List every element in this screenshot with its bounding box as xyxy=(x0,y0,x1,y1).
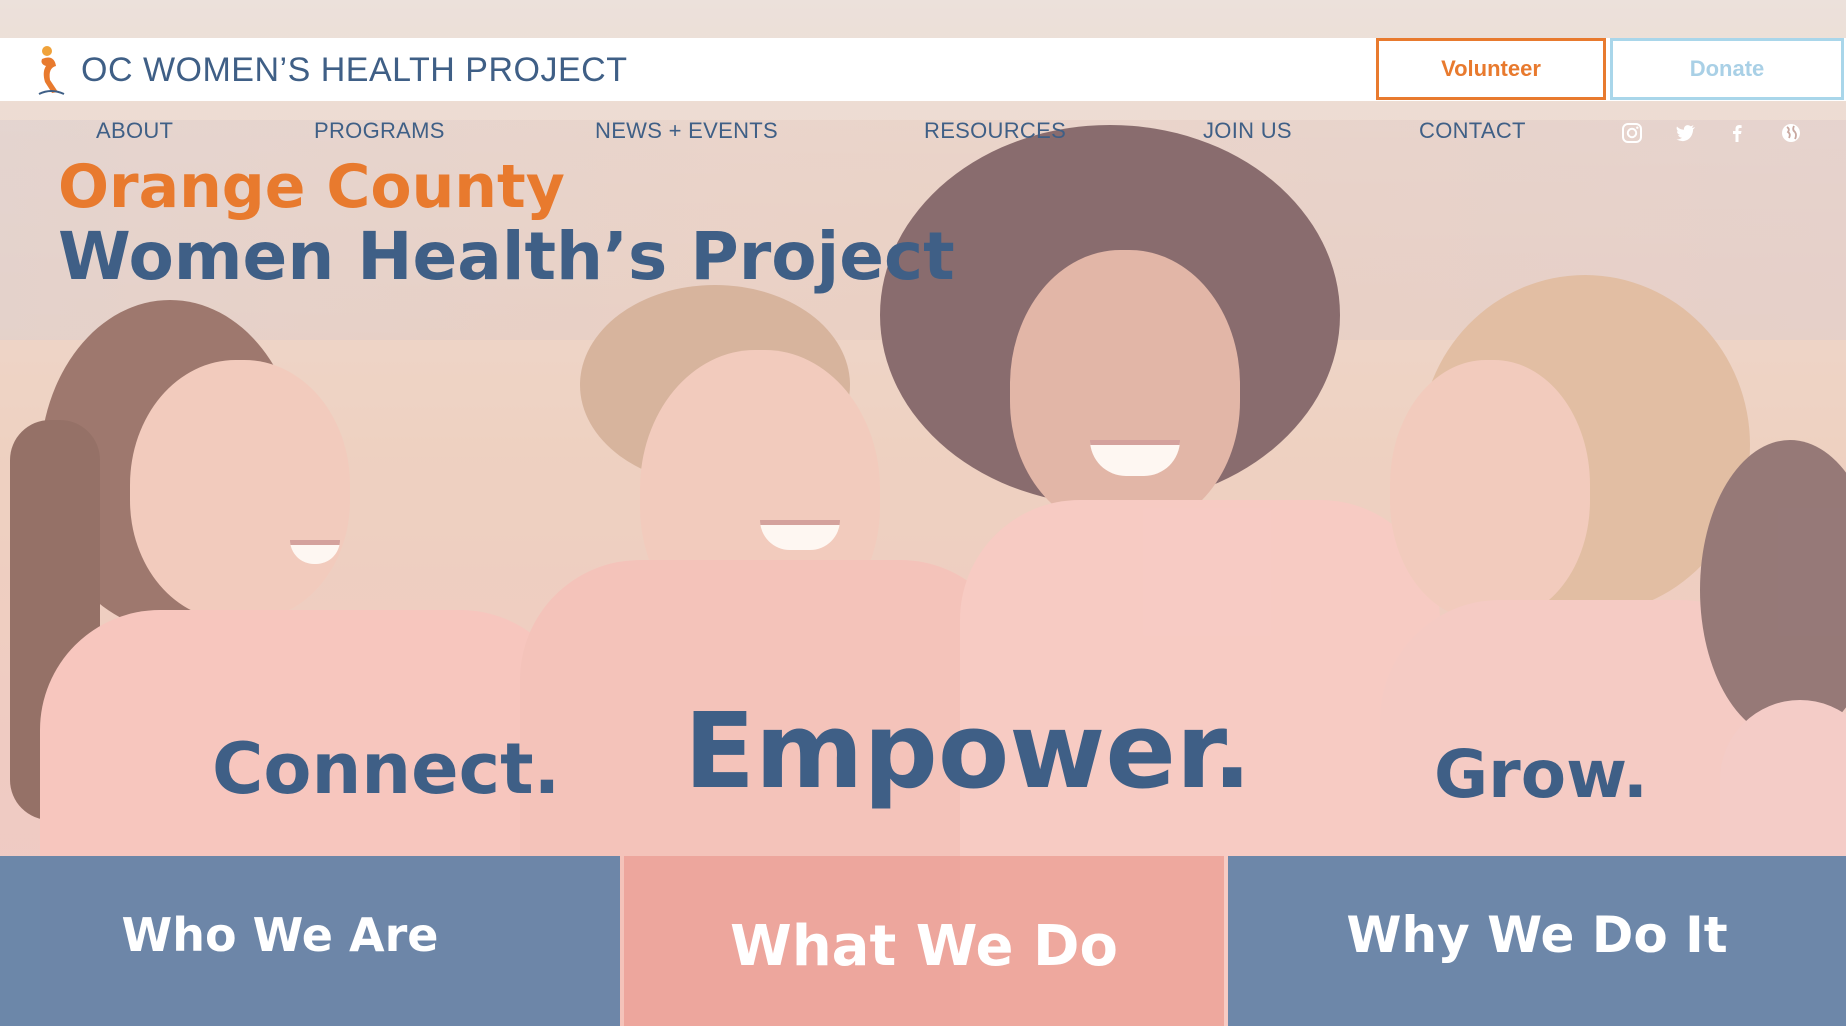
donate-button[interactable]: Donate xyxy=(1610,38,1844,100)
nav-item-news-events[interactable]: NEWS + EVENTS xyxy=(595,118,778,144)
nav-item-programs[interactable]: PROGRAMS xyxy=(314,118,445,144)
logo-icon[interactable] xyxy=(36,44,66,96)
headline-project-name: Women Health’s Project xyxy=(58,218,955,295)
why-we-do-it-panel[interactable]: Why We Do It xyxy=(1228,856,1846,1026)
tagline-connect: Connect. xyxy=(212,728,561,810)
site-title[interactable]: OC WOMEN’S HEALTH PROJECT xyxy=(81,51,627,90)
facebook-icon[interactable] xyxy=(1724,120,1750,146)
volunteer-button[interactable]: Volunteer xyxy=(1376,38,1606,100)
why-we-do-it-label: Why We Do It xyxy=(1346,906,1728,964)
nav-item-about[interactable]: ABOUT xyxy=(96,118,173,144)
tagline-empower: Empower. xyxy=(684,690,1252,812)
headline-orange-county: Orange County xyxy=(58,152,565,222)
what-we-do-panel[interactable]: What We Do xyxy=(624,856,1224,1026)
tagline-grow: Grow. xyxy=(1434,736,1648,813)
who-we-are-panel[interactable]: Who We Are xyxy=(0,856,620,1026)
what-we-do-label: What We Do xyxy=(730,914,1118,979)
nav-item-resources[interactable]: RESOURCES xyxy=(924,118,1066,144)
twitter-icon[interactable] xyxy=(1673,120,1699,146)
globe-icon[interactable] xyxy=(1778,120,1804,146)
main-nav: ABOUT PROGRAMS NEWS + EVENTS RESOURCES J… xyxy=(0,112,1846,152)
nav-item-contact[interactable]: CONTACT xyxy=(1419,118,1526,144)
instagram-icon[interactable] xyxy=(1619,120,1645,146)
nav-item-join-us[interactable]: JOIN US xyxy=(1203,118,1292,144)
site-header: OC WOMEN’S HEALTH PROJECT Volunteer Dona… xyxy=(0,38,1846,101)
who-we-are-label: Who We Are xyxy=(121,908,439,962)
